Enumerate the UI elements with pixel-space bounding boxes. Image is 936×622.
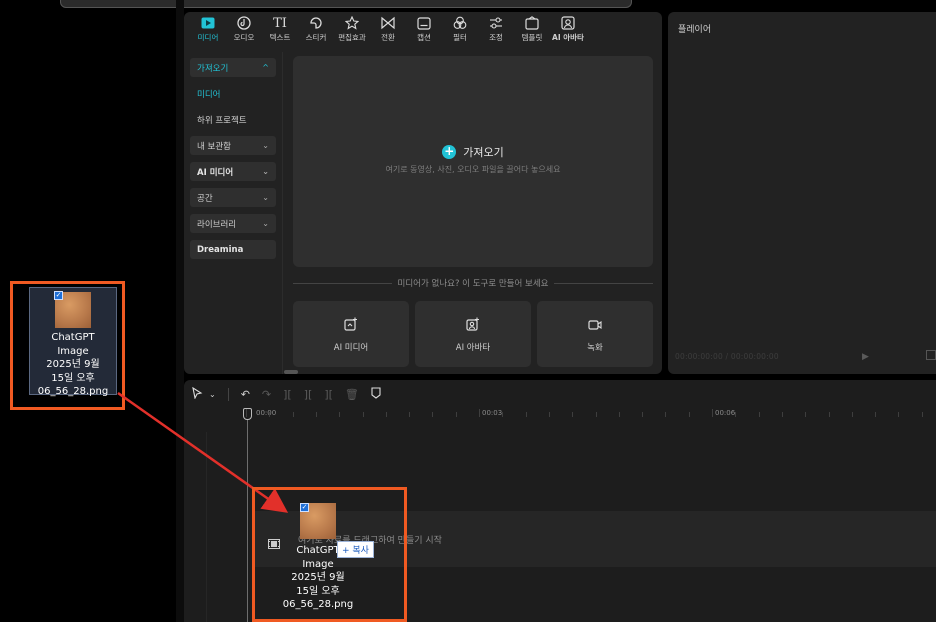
drag-arrow xyxy=(117,391,289,513)
drop-target-highlight xyxy=(252,487,407,622)
